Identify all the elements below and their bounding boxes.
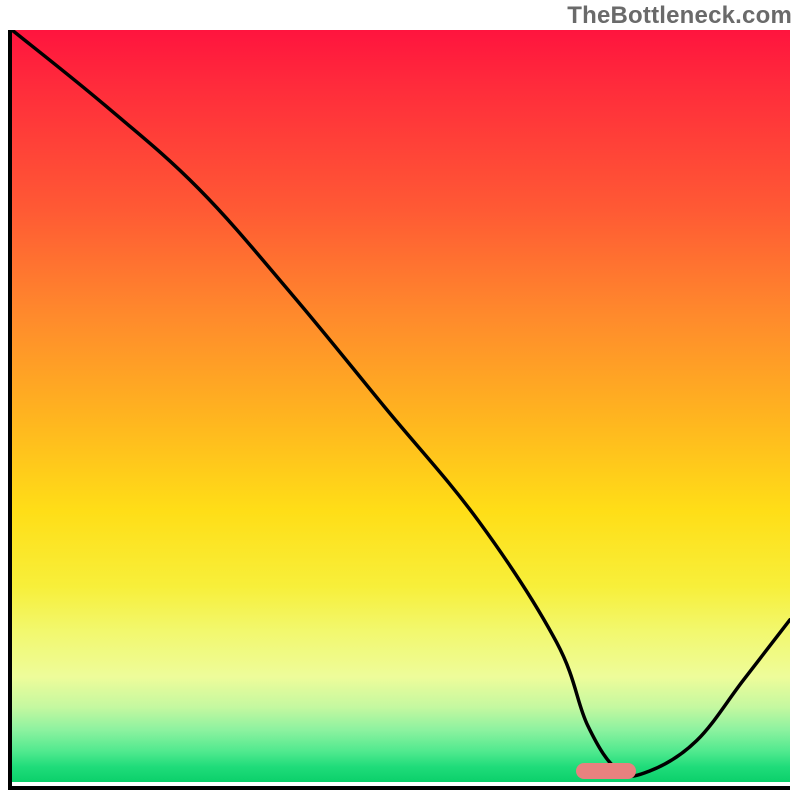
plot-frame	[8, 30, 790, 790]
optimal-point-marker	[576, 763, 636, 779]
chart-canvas: TheBottleneck.com	[0, 0, 800, 800]
gradient-bg	[12, 30, 790, 782]
watermark-text: TheBottleneck.com	[567, 2, 792, 30]
